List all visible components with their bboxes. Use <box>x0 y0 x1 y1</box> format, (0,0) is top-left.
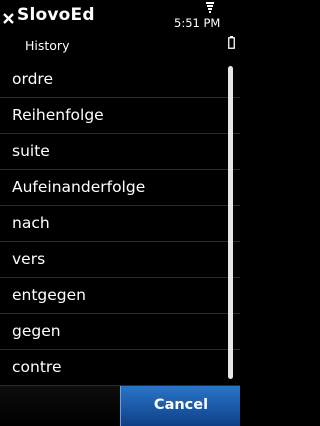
status-time: 5:51 PM <box>174 16 221 30</box>
history-item-aufeinanderfolge[interactable]: Aufeinanderfolge <box>0 170 240 206</box>
signal-icon <box>206 2 214 13</box>
history-item-label: ordre <box>12 70 53 88</box>
cancel-button-label: Cancel <box>153 397 209 413</box>
history-item-entgegen[interactable]: entgegen <box>0 278 240 314</box>
history-item-ordre[interactable]: ordre <box>0 62 240 98</box>
history-item-suite[interactable]: suite <box>0 134 240 170</box>
history-item-contre[interactable]: contre <box>0 350 240 386</box>
scrollbar-thumb[interactable] <box>228 66 233 379</box>
history-item-vers[interactable]: vers <box>0 242 240 278</box>
history-item-label: gegen <box>12 322 61 340</box>
history-item-label: vers <box>12 250 46 268</box>
history-item-label: Reihenfolge <box>12 106 104 124</box>
history-item-label: entgegen <box>12 286 87 304</box>
history-item-reihenfolge[interactable]: Reihenfolge <box>0 98 240 134</box>
history-list: ordre Reihenfolge suite Aufeinanderfolge… <box>0 62 240 386</box>
history-item-label: Aufeinanderfolge <box>12 178 146 196</box>
history-item-label: nach <box>12 214 50 232</box>
view-subtitle: History <box>25 38 70 53</box>
app-title: SlovoEd <box>17 5 95 25</box>
history-item-nach[interactable]: nach <box>0 206 240 242</box>
title-bar: SlovoEd History 5:51 PM <box>0 0 240 62</box>
battery-icon <box>228 36 235 49</box>
cancel-button[interactable]: Cancel <box>120 386 240 426</box>
history-item-label: suite <box>12 142 50 160</box>
left-softkey <box>0 386 118 426</box>
history-item-gegen[interactable]: gegen <box>0 314 240 350</box>
close-icon[interactable] <box>2 8 16 28</box>
softkey-bar: Cancel <box>0 386 240 426</box>
history-item-label: contre <box>12 358 62 376</box>
